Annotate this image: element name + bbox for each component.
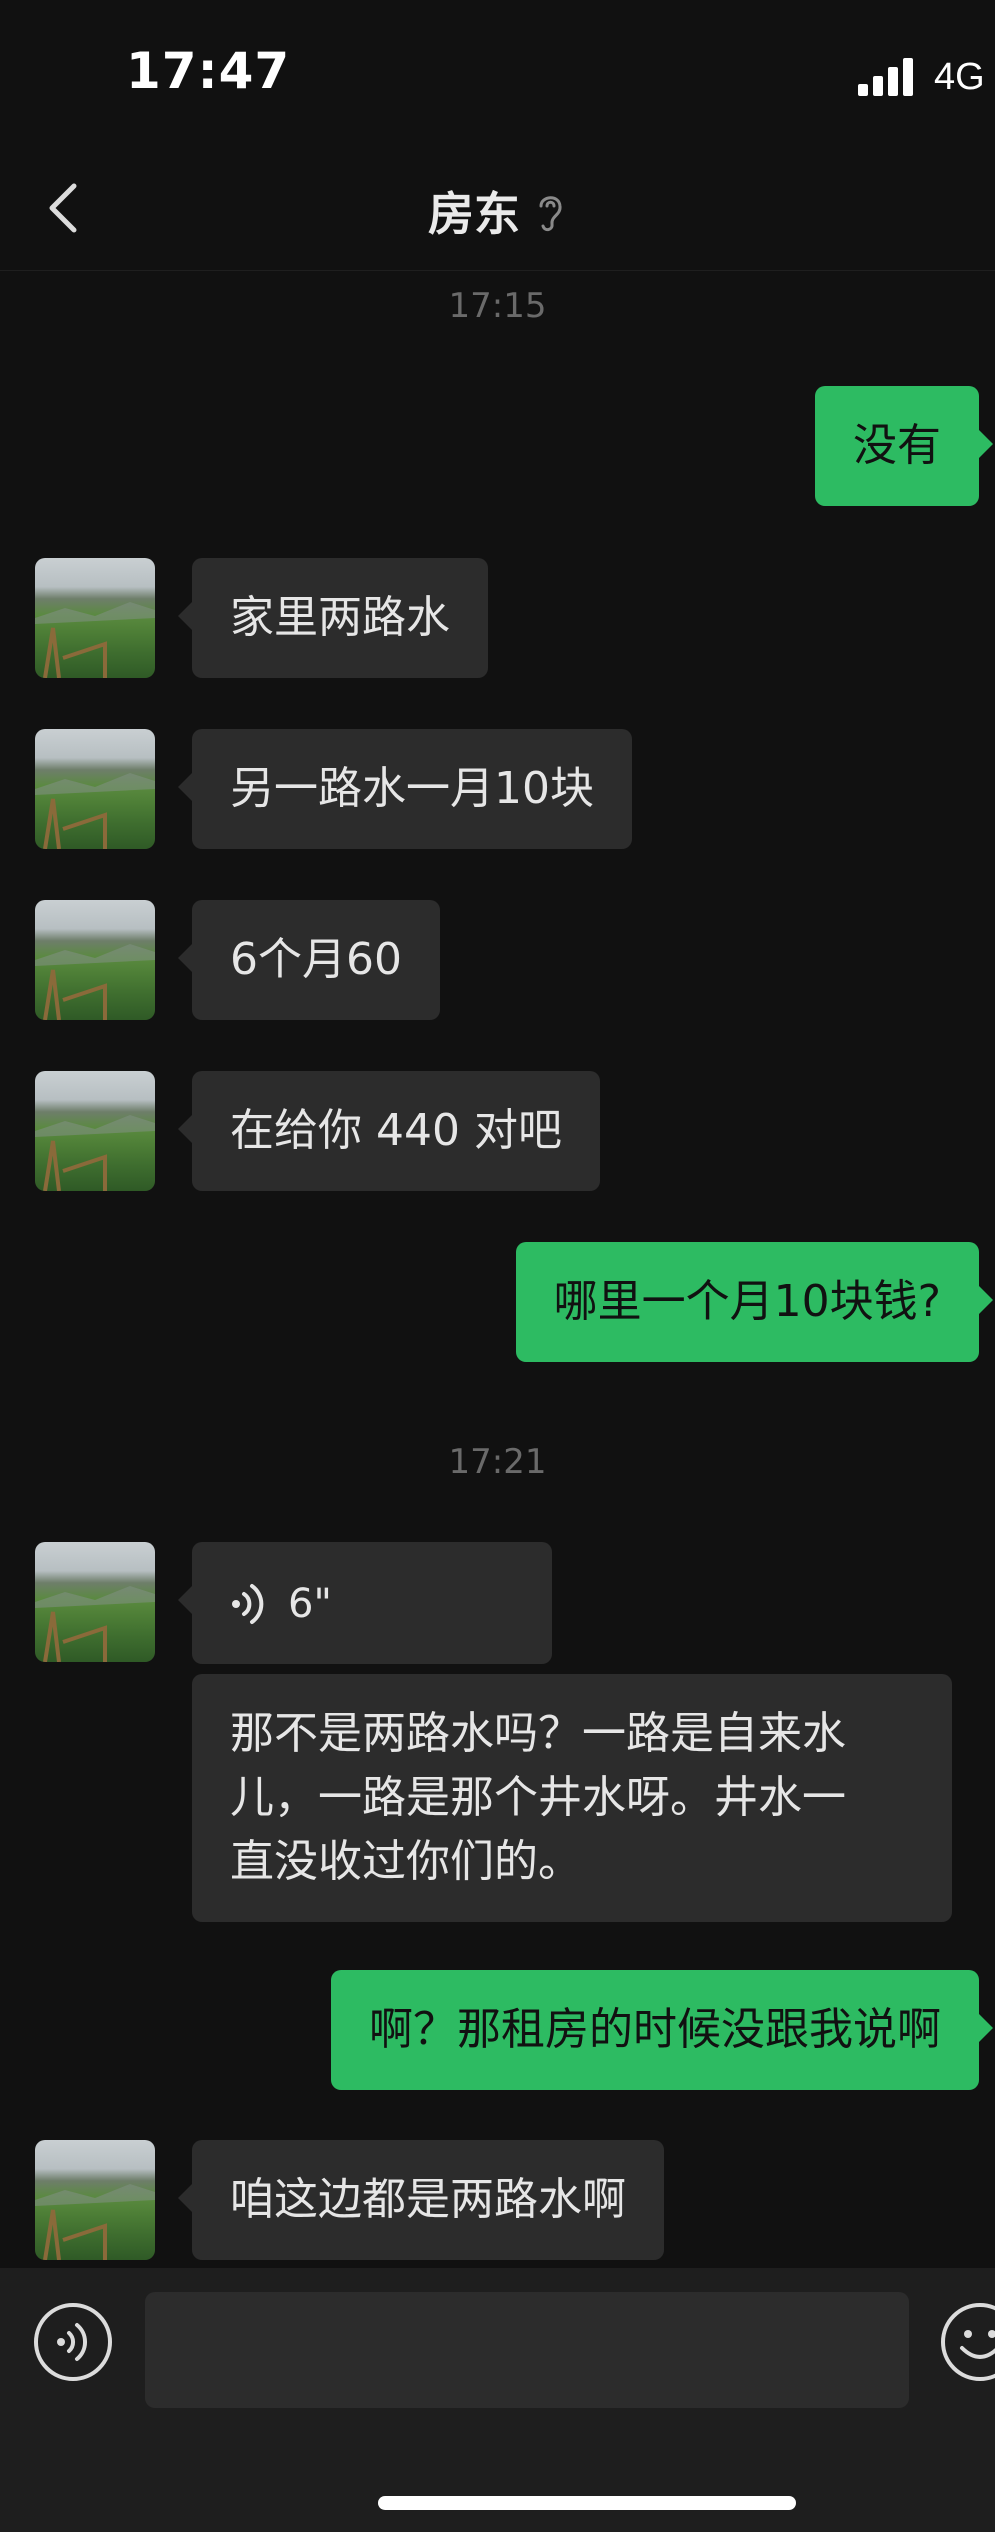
voice-input-icon[interactable]: [33, 2302, 113, 2382]
transcript-line: 儿，一路是那个井水呀。井水一: [230, 1772, 846, 1823]
chat-title-group: 房东: [0, 178, 995, 244]
avatar[interactable]: [35, 900, 155, 1020]
message-incoming[interactable]: 家里两路水: [178, 558, 488, 678]
timestamp: 17:15: [448, 286, 547, 326]
message-incoming[interactable]: 6个月60: [178, 900, 440, 1020]
chat-header: 房东: [0, 150, 995, 271]
avatar[interactable]: [35, 1071, 155, 1191]
voice-wave-icon: [232, 1584, 264, 1624]
message-incoming[interactable]: 在给你 440 对吧: [178, 1071, 600, 1191]
signal-strength-icon: [858, 58, 916, 96]
status-time: 17:47: [126, 42, 291, 100]
message-outgoing[interactable]: 哪里一个月10块钱?: [515, 1242, 994, 1362]
message-transcript[interactable]: 那不是两路水吗？一路是自来水 儿，一路是那个井水呀。井水一 直没收过你们的。: [192, 1674, 952, 1922]
message-incoming[interactable]: 咱这边都是两路水啊: [178, 2140, 664, 2260]
input-bar: [0, 2268, 995, 2532]
chat-title: 房东: [427, 187, 520, 241]
earpiece-mode-icon: [539, 196, 562, 232]
message-list[interactable]: 17:15 没有 家里两路水 另一路水一月10块 6个月60 在给你 440 对…: [0, 270, 995, 2268]
voice-message[interactable]: 6": [178, 1542, 552, 1664]
avatar[interactable]: [35, 729, 155, 849]
voice-duration: 6": [288, 1581, 332, 1627]
home-indicator[interactable]: [378, 2496, 796, 2510]
network-type: 4G: [934, 56, 985, 98]
avatar[interactable]: [35, 558, 155, 678]
avatar[interactable]: [35, 2140, 155, 2260]
transcript-line: 那不是两路水吗？一路是自来水: [230, 1708, 846, 1759]
avatar[interactable]: [35, 1542, 155, 1662]
transcript-line: 直没收过你们的。: [230, 1836, 582, 1887]
emoji-icon[interactable]: [940, 2302, 995, 2382]
status-bar: 17:47 4G: [0, 0, 995, 150]
timestamp: 17:21: [448, 1442, 547, 1482]
message-outgoing[interactable]: 啊？那租房的时候没跟我说啊: [331, 1970, 993, 2090]
message-incoming[interactable]: 另一路水一月10块: [178, 729, 632, 849]
message-input[interactable]: [145, 2292, 909, 2408]
message-outgoing[interactable]: 没有: [815, 386, 993, 506]
